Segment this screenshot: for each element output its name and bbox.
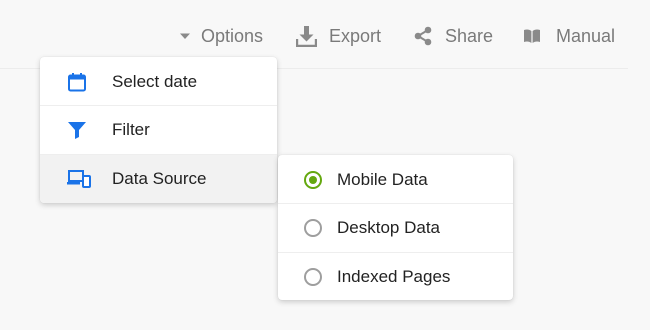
export-label: Export xyxy=(329,25,382,46)
share-button[interactable]: Share xyxy=(414,22,493,50)
devices-icon xyxy=(52,169,112,189)
calendar-icon xyxy=(52,72,112,92)
manual-button[interactable]: Manual xyxy=(523,22,615,50)
submenu-item-label: Desktop Data xyxy=(337,218,440,237)
caret-down-icon xyxy=(178,29,192,43)
options-button[interactable]: Options xyxy=(178,22,263,50)
share-label: Share xyxy=(445,25,494,46)
options-label: Options xyxy=(201,25,264,46)
menu-item-select-date[interactable]: Select date xyxy=(40,57,277,106)
options-menu: Select date Filter Data Source xyxy=(40,57,277,203)
submenu-item-indexed-pages[interactable]: Indexed Pages xyxy=(278,252,513,300)
manual-label: Manual xyxy=(556,25,616,46)
menu-item-label: Select date xyxy=(112,71,198,91)
filter-icon xyxy=(52,120,112,140)
submenu-item-label: Mobile Data xyxy=(337,169,428,189)
radio-unselected-icon[interactable] xyxy=(304,219,322,237)
menu-item-label: Data Source xyxy=(112,169,207,188)
menu-item-data-source[interactable]: Data Source xyxy=(40,154,277,203)
submenu-item-desktop-data[interactable]: Desktop Data xyxy=(278,203,513,252)
menu-item-label: Filter xyxy=(112,120,150,139)
submenu-item-label: Indexed Pages xyxy=(337,267,451,286)
menu-item-filter[interactable]: Filter xyxy=(40,105,277,154)
download-icon xyxy=(296,25,317,47)
export-button[interactable]: Export xyxy=(296,22,381,50)
data-source-submenu: Mobile Data Desktop Data Indexed Pages xyxy=(278,155,513,300)
radio-selected-icon[interactable] xyxy=(304,170,322,189)
book-icon xyxy=(523,28,541,44)
radio-unselected-icon[interactable] xyxy=(304,268,322,286)
submenu-item-mobile-data[interactable]: Mobile Data xyxy=(278,155,513,204)
share-icon xyxy=(414,26,432,46)
